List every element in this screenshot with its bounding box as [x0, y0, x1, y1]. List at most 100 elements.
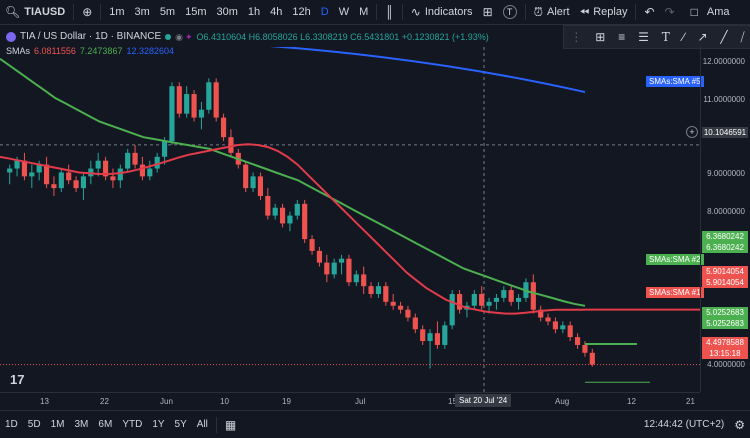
goto-date-button[interactable]: ▦ — [220, 413, 241, 437]
chart-type-button[interactable]: ║ — [380, 0, 399, 24]
interval-m[interactable]: M — [354, 0, 373, 24]
candle-body — [390, 301, 396, 306]
symbol-search[interactable]: 🔍︎ TIAUSD — [0, 0, 70, 24]
candle-body — [29, 172, 35, 177]
drag-handle-icon[interactable]: ⋮ — [570, 30, 582, 44]
candle-body — [243, 164, 249, 189]
interval-1h[interactable]: 1h — [243, 0, 265, 24]
redo-icon: ↷ — [664, 5, 675, 19]
ray-icon[interactable]: ╱ — [720, 30, 727, 44]
range-1m[interactable]: 1M — [46, 413, 70, 437]
text-icon[interactable]: T — [662, 30, 670, 44]
candle-body — [95, 160, 101, 169]
tradingview-logo: 17 — [10, 372, 25, 387]
candle-body — [110, 176, 116, 181]
templates-button[interactable]: T — [498, 0, 522, 24]
divider — [100, 4, 102, 20]
interval-30m[interactable]: 30m — [212, 0, 243, 24]
candle-body — [272, 207, 278, 216]
interval-d[interactable]: D — [316, 0, 334, 24]
indicators-button[interactable]: ∿ Indicators — [406, 0, 478, 24]
price-label: 12.0000000 — [702, 57, 745, 66]
candle-body — [220, 117, 227, 138]
range-1y[interactable]: 1Y — [147, 413, 169, 437]
candle-body — [287, 215, 293, 224]
alert-button[interactable]: ⏰︎ Alert — [529, 0, 575, 24]
countdown-tag: 13:15:18 — [702, 348, 748, 359]
legend-title[interactable]: TIA / US Dollar · 1D · BINANCE — [20, 30, 161, 44]
time-label: Jul — [355, 397, 366, 406]
compare-button[interactable]: ⊕ — [77, 0, 97, 24]
candle-body — [471, 293, 477, 306]
candle-body — [560, 325, 566, 330]
range-all[interactable]: All — [192, 413, 213, 437]
price-axis[interactable]: 12.0000000 11.0000000 10.1046591 9.00000… — [700, 47, 750, 392]
calendar-icon: ▦ — [224, 417, 237, 432]
candle-body — [176, 86, 182, 114]
candle-body — [501, 290, 507, 298]
ruler-icon[interactable]: ⧸ — [740, 30, 744, 45]
alert-label: Alert — [547, 6, 570, 18]
interval-3m[interactable]: 3m — [130, 0, 155, 24]
trend-line-icon[interactable]: ↗ — [697, 30, 707, 44]
candle-body — [412, 317, 418, 330]
candle-body — [582, 344, 588, 353]
time-axis[interactable]: 13 22 Jun 10 19 Jul 15 Sat 20 Jul '24 Au… — [0, 392, 700, 411]
interval-w[interactable]: W — [334, 0, 354, 24]
replay-button[interactable]: ⏪︎ Replay — [575, 0, 633, 24]
candle-body — [361, 274, 367, 287]
range-6m[interactable]: 6M — [93, 413, 117, 437]
interval-4h[interactable]: 4h — [265, 0, 287, 24]
undo-button[interactable]: ↶ — [639, 0, 659, 24]
pen-icon[interactable]: ∕ — [683, 30, 685, 44]
candle-body — [279, 207, 286, 224]
crosshair-time-tag: Sat 20 Jul '24 — [455, 394, 512, 407]
candle-body — [147, 168, 153, 177]
settings-button[interactable]: ⚙︎ — [729, 413, 750, 437]
market-status-icon — [165, 34, 172, 40]
layout-name[interactable]: Ama — [703, 0, 735, 24]
redo-button[interactable]: ↷ — [660, 0, 680, 24]
interval-1m[interactable]: 1m — [104, 0, 129, 24]
candle-body — [7, 168, 13, 173]
time-label: 13 — [40, 397, 49, 406]
range-3m[interactable]: 3M — [70, 413, 94, 437]
layout-grid-icon[interactable]: ⊞ — [595, 30, 605, 44]
tia-logo-icon — [6, 32, 16, 42]
clock-timezone[interactable]: 12:44:42 (UTC+2) — [639, 413, 729, 437]
crosshair-add-icon[interactable]: + — [686, 126, 698, 138]
indicators-label: Indicators — [424, 6, 473, 18]
interval-12h[interactable]: 12h — [287, 0, 315, 24]
range-ytd[interactable]: YTD — [117, 413, 147, 437]
candle-body — [191, 94, 197, 118]
candle-body — [479, 293, 485, 306]
eye-icon[interactable]: ◉ — [175, 30, 183, 44]
candle-body — [302, 203, 308, 240]
candle-body — [324, 262, 330, 275]
level-price-tag-2: 5.0252683 — [702, 318, 748, 329]
range-5d[interactable]: 5D — [23, 413, 46, 437]
range-1d[interactable]: 1D — [0, 413, 23, 437]
candle-body — [21, 160, 28, 177]
candle-body — [545, 317, 551, 322]
legend-ohlc: O6.4310604 H6.8058026 L6.3308219 C6.5431… — [196, 32, 489, 42]
candle-body — [405, 309, 411, 318]
lines-icon[interactable]: ☰ — [638, 30, 649, 44]
settings-icon[interactable]: ✦ — [185, 30, 193, 44]
time-label: Aug — [555, 397, 570, 406]
layouts-button[interactable]: ⊞ — [478, 0, 498, 24]
layout-button[interactable]: □ — [686, 0, 703, 24]
range-5y[interactable]: 5Y — [170, 413, 192, 437]
chart-canvas[interactable]: 17 SMAs:SMA #5 SMAs:SMA #2 SMAs:SMA #1 + — [0, 38, 704, 392]
candle-body — [294, 203, 300, 216]
candle-body — [309, 239, 315, 251]
candle-body — [574, 337, 581, 345]
candle-body — [508, 290, 514, 302]
candle-body — [442, 325, 448, 345]
interval-5m[interactable]: 5m — [155, 0, 180, 24]
interval-15m[interactable]: 15m — [180, 0, 211, 24]
plus-circle-icon: ⊕ — [82, 5, 93, 19]
price-chart[interactable] — [0, 38, 700, 392]
alarm-clock-icon: ⏰︎ — [533, 5, 543, 19]
brush-icon[interactable]: ≡ — [618, 30, 625, 44]
